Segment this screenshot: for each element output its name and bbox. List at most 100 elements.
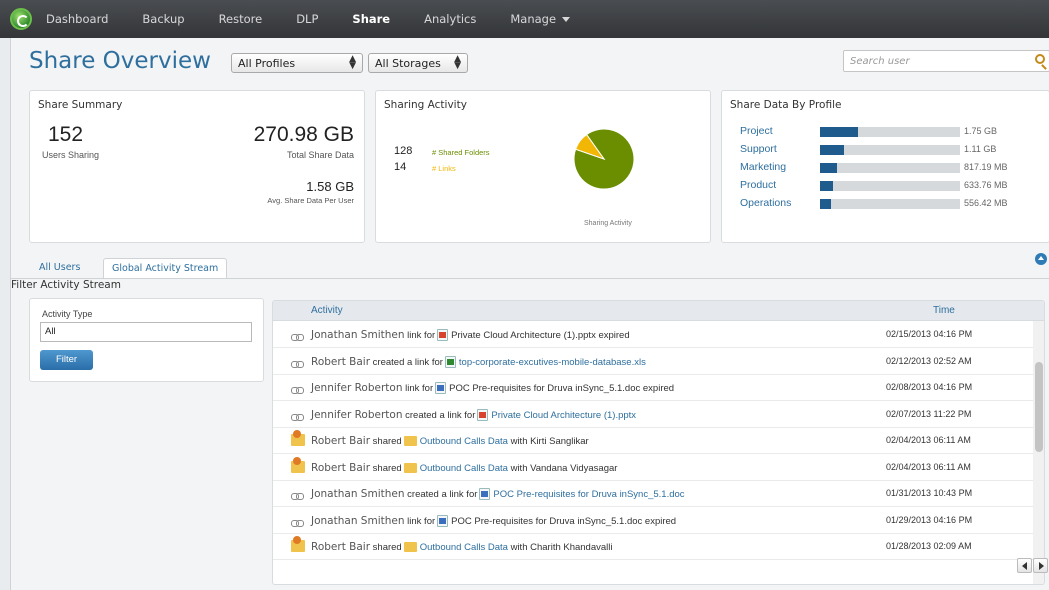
- storage-select[interactable]: All Storages ▲ ▼: [368, 53, 468, 73]
- activity-time: 01/29/2013 04:16 PM: [886, 514, 973, 525]
- activity-suffix: expired: [644, 515, 677, 527]
- profile-value: 817.19 MB: [964, 162, 1008, 172]
- activity-time: 02/08/2013 04:16 PM: [886, 382, 973, 392]
- table-row[interactable]: Robert Bair shared Outbound Calls Data wi…: [273, 534, 1033, 560]
- activity-suffix: with Charith Khandavalli: [510, 542, 613, 553]
- profile-name[interactable]: Support: [740, 143, 777, 155]
- activity-type-input[interactable]: All: [40, 322, 252, 342]
- sharing-activity-pie-chart: [573, 128, 635, 190]
- user-name: Robert Bair: [311, 435, 371, 447]
- profile-bar-track: [820, 199, 960, 209]
- column-header-activity[interactable]: Activity: [311, 305, 343, 316]
- profile-name[interactable]: Operations: [740, 197, 791, 209]
- file-name: POC Pre-requisites for Druva inSync_5.1.…: [449, 383, 641, 394]
- profile-bar-track: [820, 181, 960, 191]
- row-type-icon-wrap: [291, 491, 304, 502]
- nav-restore[interactable]: Restore: [219, 12, 263, 26]
- activity-time: 02/04/2013 06:11 AM: [886, 461, 971, 472]
- tab-all-users[interactable]: All Users: [31, 258, 88, 278]
- pie-caption: Sharing Activity: [584, 220, 632, 227]
- next-page-button[interactable]: [1033, 558, 1048, 573]
- activity-description: Robert Bair shared Outbound Calls Data wi…: [311, 462, 617, 474]
- nav-backup[interactable]: Backup: [142, 12, 184, 26]
- profile-name[interactable]: Product: [740, 179, 776, 191]
- file-name[interactable]: Outbound Calls Data: [420, 542, 508, 553]
- profile-bar-track: [820, 127, 960, 137]
- filter-button[interactable]: Filter: [40, 350, 93, 370]
- filter-heading: Filter Activity Stream: [11, 279, 121, 291]
- activity-action: shared: [372, 436, 402, 447]
- file-name: Private Cloud Architecture (1).pptx: [451, 330, 596, 341]
- xls-file-icon: [444, 355, 456, 368]
- activity-time: 02/04/2013 06:11 AM: [886, 435, 971, 445]
- table-header: Activity Time: [273, 301, 1044, 321]
- file-name[interactable]: Outbound Calls Data: [420, 436, 508, 447]
- sharing-activity-title: Sharing Activity: [384, 99, 467, 111]
- row-type-icon-wrap: [291, 332, 304, 343]
- profile-name[interactable]: Project: [740, 125, 773, 137]
- link-icon: [291, 387, 304, 394]
- table-scrollbar[interactable]: [1033, 321, 1044, 584]
- table-row[interactable]: Jennifer Roberton link for POC Pre-requis…: [273, 375, 1033, 401]
- profile-value: 1.75 GB: [964, 126, 998, 136]
- links-label: # Links: [432, 164, 456, 173]
- table-row[interactable]: Robert Bair created a link for top-corpor…: [273, 349, 1033, 375]
- activity-action: created a link for: [372, 356, 443, 368]
- row-type-icon-wrap: [291, 536, 305, 555]
- file-name[interactable]: Outbound Calls Data: [420, 463, 508, 474]
- app-logo-icon[interactable]: [10, 8, 32, 30]
- profile-name[interactable]: Marketing: [740, 161, 786, 173]
- share-by-profile-card: Share Data By Profile Project 1.75 GB Supp…: [721, 90, 1049, 243]
- profile-value: 1.11 GB: [964, 144, 997, 154]
- column-header-time[interactable]: Time: [933, 305, 955, 316]
- table-row[interactable]: Robert Bair shared Outbound Calls Data wi…: [273, 428, 1033, 454]
- user-name: Robert Bair: [311, 541, 371, 553]
- profile-bar-track: [820, 145, 960, 155]
- activity-time: 02/07/2013 11:22 PM: [886, 408, 972, 419]
- file-name[interactable]: top-corporate-excutives-mobile-database.…: [459, 357, 646, 368]
- table-row[interactable]: Robert Bair shared Outbound Calls Data wi…: [273, 455, 1033, 481]
- table-row[interactable]: Jonathan Smithen link for POC Pre-requisi…: [273, 508, 1033, 534]
- select-arrows-icon: ▲ ▼: [349, 54, 356, 71]
- doc-file-icon: [479, 488, 491, 501]
- nav-share[interactable]: Share: [352, 12, 390, 26]
- user-name: Robert Bair: [311, 461, 371, 474]
- share-folder-icon: [291, 430, 305, 446]
- profile-select-value: All Profiles: [238, 57, 296, 70]
- collapse-up-icon[interactable]: [1035, 253, 1047, 265]
- activity-time: 01/28/2013 02:09 AM: [886, 541, 972, 551]
- search-icon[interactable]: [1035, 54, 1045, 64]
- nav-manage-label: Manage: [510, 12, 557, 26]
- nav-manage[interactable]: Manage: [510, 12, 571, 26]
- scrollbar-thumb[interactable]: [1035, 362, 1043, 452]
- folder-icon: [403, 436, 417, 447]
- row-type-icon-wrap: [291, 430, 305, 449]
- activity-description: Jonathan Smithen created a link for POC P…: [311, 488, 685, 501]
- share-by-profile-title: Share Data By Profile: [730, 99, 842, 111]
- table-row[interactable]: Jennifer Roberton created a link for Priv…: [273, 402, 1033, 428]
- nav-dashboard[interactable]: Dashboard: [46, 12, 108, 26]
- link-icon: [291, 360, 304, 368]
- tab-global-activity-stream[interactable]: Global Activity Stream: [103, 258, 228, 278]
- search-input[interactable]: Search user: [843, 50, 1049, 72]
- link-icon: [291, 413, 304, 421]
- filter-panel: Activity Type All Filter: [29, 298, 264, 382]
- chevron-down-icon: [562, 17, 571, 22]
- activity-description: Robert Bair shared Outbound Calls Data wi…: [311, 435, 589, 447]
- table-row[interactable]: Jonathan Smithen link for Private Cloud A…: [273, 322, 1033, 348]
- table-row[interactable]: Jonathan Smithen created a link for POC P…: [273, 481, 1033, 507]
- share-folder-icon: [291, 456, 305, 473]
- links-count: 14: [394, 161, 407, 173]
- user-name: Jennifer Roberton: [311, 382, 403, 394]
- profile-select[interactable]: All Profiles ▲ ▼: [231, 53, 363, 73]
- file-name[interactable]: POC Pre-requisites for Druva inSync_5.1.…: [493, 489, 684, 500]
- arrow-left-icon: [1022, 562, 1027, 570]
- previous-page-button[interactable]: [1017, 558, 1032, 573]
- activity-description: Jonathan Smithen link for POC Pre-requisi…: [311, 515, 676, 527]
- activity-time: 02/12/2013 02:52 AM: [886, 355, 972, 366]
- nav-dlp[interactable]: DLP: [296, 12, 318, 26]
- profile-bar-fill: [820, 145, 844, 155]
- nav-analytics[interactable]: Analytics: [424, 12, 476, 26]
- file-name[interactable]: Private Cloud Architecture (1).pptx: [491, 410, 636, 421]
- activity-suffix: with Vandana Vidyasagar: [510, 462, 618, 474]
